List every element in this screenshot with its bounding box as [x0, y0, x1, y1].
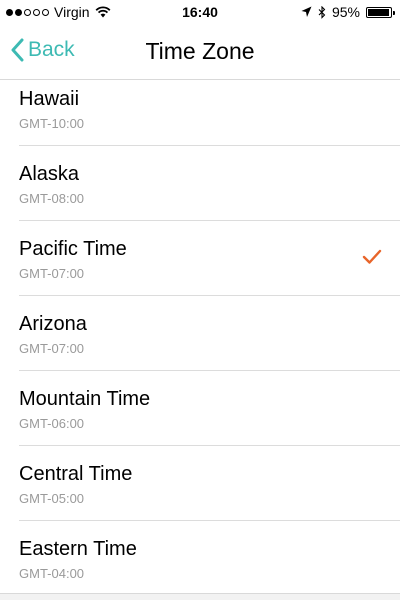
time-zone-offset: GMT-06:00	[19, 416, 85, 431]
checkmark-icon	[362, 249, 382, 264]
time-zone-offset: GMT-05:00	[19, 491, 85, 506]
time-zone-list: Hawaii GMT-10:00 Alaska GMT-08:00 Pacific Ti…	[0, 80, 400, 596]
time-zone-offset: GMT-04:00	[19, 566, 85, 581]
time-zone-row[interactable]: Hawaii GMT-10:00	[19, 80, 400, 146]
time-zone-offset: GMT-10:00	[19, 116, 85, 131]
time-zone-name: Eastern Time	[19, 538, 137, 560]
time-zone-offset: GMT-07:00	[19, 341, 85, 356]
time-zone-row[interactable]: Pacific Time GMT-07:00	[19, 221, 400, 296]
time-zone-name: Alaska	[19, 163, 80, 185]
navigation-bar: Back Time Zone	[0, 26, 400, 80]
status-bar: Virgin 16:40 95%	[0, 0, 400, 26]
time-zone-offset: GMT-08:00	[19, 191, 85, 206]
page-title: Time Zone	[145, 38, 255, 64]
time-zone-name: Mountain Time	[19, 388, 151, 410]
time-zone-name: Hawaii	[19, 88, 80, 110]
time-zone-screen: Virgin 16:40 95% Back Time Zone Hawaii G…	[0, 0, 400, 600]
bottom-edge	[0, 593, 400, 600]
time-zone-name: Arizona	[19, 313, 87, 335]
time-zone-name: Central Time	[19, 463, 133, 485]
battery-percent: 95%	[331, 4, 360, 20]
time-zone-row[interactable]: Arizona GMT-07:00	[19, 296, 400, 371]
time-zone-row[interactable]: Eastern Time GMT-04:00	[19, 521, 400, 596]
location-arrow-icon	[301, 6, 312, 17]
time-zone-row[interactable]: Mountain Time GMT-06:00	[19, 371, 400, 446]
bluetooth-icon	[318, 5, 326, 19]
time-zone-offset: GMT-07:00	[19, 266, 85, 281]
time-zone-name: Pacific Time	[19, 238, 127, 260]
battery-level	[368, 8, 389, 16]
status-right: 95%	[301, 4, 395, 20]
battery-icon	[366, 6, 395, 18]
time-zone-row[interactable]: Alaska GMT-08:00	[19, 146, 400, 221]
time-zone-row[interactable]: Central Time GMT-05:00	[19, 446, 400, 521]
